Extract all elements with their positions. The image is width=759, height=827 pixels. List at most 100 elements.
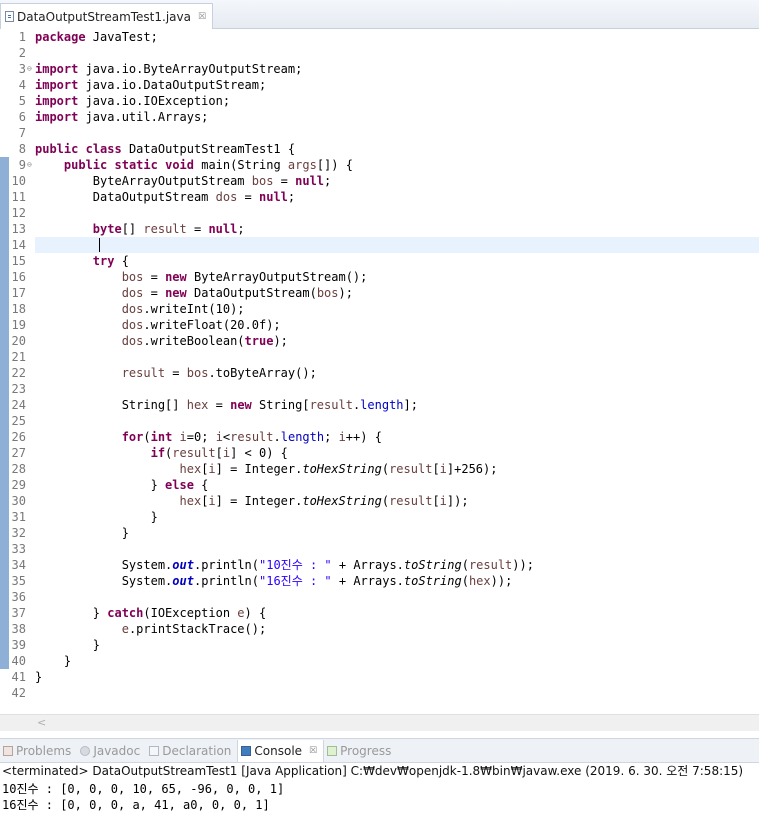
tab-label: Javadoc [93, 743, 141, 758]
line-number: 35 [11, 574, 26, 588]
code-line[interactable]: 1 package JavaTest; [0, 29, 759, 45]
line-number: 41 [11, 670, 26, 684]
line-number: 36 [11, 590, 26, 604]
code-line[interactable]: 40 } [0, 653, 759, 669]
code-line[interactable]: 13 byte[] result = null; [0, 221, 759, 237]
code-line[interactable]: 2 [0, 45, 759, 61]
line-number: 14 [11, 238, 26, 252]
line-number: 33 [11, 542, 26, 556]
code-line[interactable]: 10 ByteArrayOutputStream bos = null; [0, 173, 759, 189]
code-line[interactable]: 38 e.printStackTrace(); [0, 621, 759, 637]
code-line[interactable]: 36 [0, 589, 759, 605]
line-number: 38 [11, 622, 26, 636]
tab-javadoc[interactable]: Javadoc [77, 740, 146, 762]
code-text: bos = new ByteArrayOutputStream(); [121, 270, 368, 284]
code-line[interactable]: 15 try { [0, 253, 759, 269]
scroll-left-icon[interactable]: < [37, 716, 46, 729]
code-line[interactable]: 30 hex[i] = Integer.toHexString(result[i… [0, 493, 759, 509]
tab-problems[interactable]: Problems [0, 740, 77, 762]
code-editor[interactable]: 1 package JavaTest; 2 3 ⊖ import java.io.Byte… [0, 28, 759, 714]
code-text: try { [92, 254, 129, 268]
code-line[interactable]: 31 } [0, 509, 759, 525]
progress-icon [327, 745, 338, 756]
code-text: hex[i] = Integer.toHexString(result[i]+2… [179, 462, 498, 476]
code-text: DataOutputStream dos = null; [35, 190, 296, 204]
code-line[interactable]: 25 [0, 413, 759, 429]
code-line[interactable]: 18 dos.writeInt(10); [0, 301, 759, 317]
code-line[interactable]: 4 import java.io.DataOutputStream; [0, 77, 759, 93]
code-line[interactable]: 12 [0, 205, 759, 221]
code-text: ByteArrayOutputStream bos = null; [35, 174, 332, 188]
code-line[interactable]: 20 dos.writeBoolean(true); [0, 333, 759, 349]
code-line[interactable]: 17 dos = new DataOutputStream(bos); [0, 285, 759, 301]
code-text: public static void main(String args[]) { [63, 158, 353, 172]
tab-console[interactable]: Console ☒ [237, 739, 325, 762]
line-number: 9 [18, 158, 26, 172]
code-line[interactable]: 37 } catch(IOException e) { [0, 605, 759, 621]
code-line[interactable]: 6 import java.util.Arrays; [0, 109, 759, 125]
horizontal-scrollbar[interactable]: < [0, 714, 759, 731]
tab-label: Console [254, 743, 303, 758]
line-number: 1 [18, 30, 26, 44]
tab-declaration[interactable]: Declaration [146, 740, 237, 762]
line-number: 42 [11, 686, 26, 700]
code-line[interactable]: 24 String[] hex = new String[result.leng… [0, 397, 759, 413]
console-header: <terminated> DataOutputStreamTest1 [Java… [2, 764, 744, 778]
code-line[interactable]: 23 [0, 381, 759, 397]
line-number: 37 [11, 606, 26, 620]
code-line[interactable]: 5 import java.io.IOException; [0, 93, 759, 109]
line-number: 40 [11, 654, 26, 668]
code-text: e.printStackTrace(); [121, 622, 267, 636]
code-line[interactable]: 11 DataOutputStream dos = null; [0, 189, 759, 205]
code-line[interactable]: 27 if(result[i] < 0) { [0, 445, 759, 461]
line-number: 2 [18, 46, 26, 60]
code-line[interactable]: 42 [0, 685, 759, 701]
java-file-icon [5, 11, 14, 22]
code-line[interactable]: 41} [0, 669, 759, 685]
code-line[interactable]: 7 [0, 125, 759, 141]
code-line[interactable]: 9 ⊖ public static void main(String args[]… [0, 157, 759, 173]
code-line[interactable]: 28 hex[i] = Integer.toHexString(result[i… [0, 461, 759, 477]
code-line[interactable]: 34 System.out.println("10진수 : " + Arrays… [0, 557, 759, 573]
close-icon[interactable]: ☒ [198, 12, 206, 22]
code-line[interactable]: 26 for(int i=0; i<result.length; i++) { [0, 429, 759, 445]
editor-tab-title: DataOutputStreamTest1.java [17, 9, 191, 24]
code-text [35, 237, 759, 253]
fold-toggle-icon[interactable]: ⊖ [27, 157, 32, 173]
line-number: 5 [18, 94, 26, 108]
code-line[interactable]: 14 [0, 237, 759, 253]
line-number: 7 [18, 126, 26, 140]
code-line[interactable]: 33 [0, 541, 759, 557]
code-line[interactable]: 21 [0, 349, 759, 365]
code-line[interactable]: 29 } else { [0, 477, 759, 493]
code-text: for(int i=0; i<result.length; i++) { [121, 430, 382, 444]
line-number: 28 [11, 462, 26, 476]
close-icon[interactable]: ☒ [309, 746, 317, 756]
fold-toggle-icon[interactable]: ⊖ [27, 61, 32, 77]
code-line[interactable]: 32 } [0, 525, 759, 541]
line-number: 21 [11, 350, 26, 364]
code-line[interactable]: 8 public class DataOutputStreamTest1 { [0, 141, 759, 157]
code-line[interactable]: 22 result = bos.toByteArray(); [0, 365, 759, 381]
line-number: 24 [11, 398, 26, 412]
code-text: byte[] result = null; [92, 222, 245, 236]
line-number: 25 [11, 414, 26, 428]
line-number: 39 [11, 638, 26, 652]
line-number: 22 [11, 366, 26, 380]
editor-tab-datastream[interactable]: DataOutputStreamTest1.java ☒ [0, 3, 214, 29]
code-line[interactable]: 35 System.out.println("16진수 : " + Arrays… [0, 573, 759, 589]
line-number: 11 [11, 190, 26, 204]
code-line[interactable]: 39 } [0, 637, 759, 653]
code-line[interactable]: 16 bos = new ByteArrayOutputStream(); [0, 269, 759, 285]
code-text: } [35, 654, 72, 668]
tab-progress[interactable]: Progress [324, 740, 397, 762]
line-number: 6 [18, 110, 26, 124]
code-line[interactable]: 19 dos.writeFloat(20.0f); [0, 317, 759, 333]
code-line[interactable]: 3 ⊖ import java.io.ByteArrayOutputStream; [0, 61, 759, 77]
code-text: import java.io.DataOutputStream; [35, 78, 267, 92]
code-text: hex[i] = Integer.toHexString(result[i]); [179, 494, 469, 508]
code-text: dos = new DataOutputStream(bos); [121, 286, 353, 300]
